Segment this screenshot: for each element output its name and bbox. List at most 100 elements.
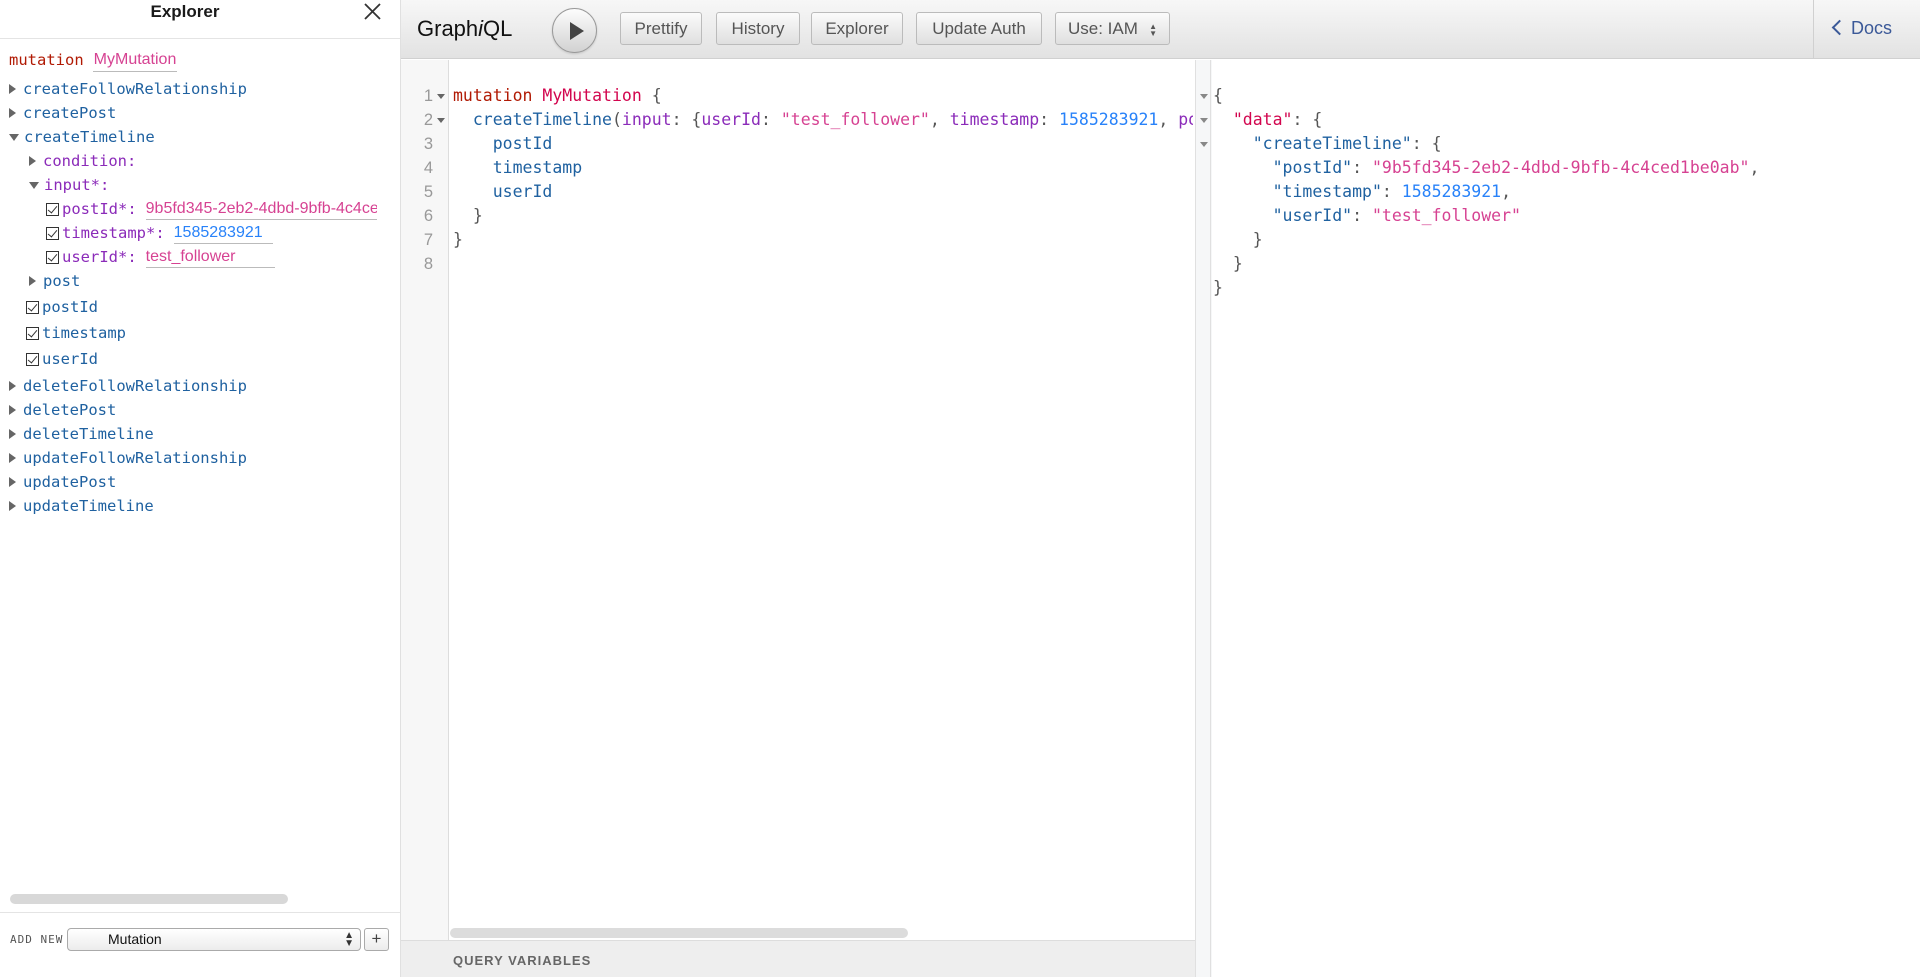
query-variables-header[interactable]: QUERY VARIABLES (401, 940, 1195, 977)
json-token: : { (1292, 110, 1323, 129)
code-token: "test_follower" (780, 110, 930, 129)
json-token: : (1381, 182, 1402, 201)
caret-right-icon (9, 84, 16, 94)
tree-item-input-timestamp: timestamp*: 1585283921 (46, 222, 273, 244)
query-variables-title: QUERY VARIABLES (453, 953, 592, 968)
fold-arrow-icon[interactable] (1200, 118, 1208, 123)
line-number: 4 (423, 159, 433, 177)
result-line: "timestamp": 1585283921, (1213, 180, 1511, 204)
json-token: : (1352, 158, 1372, 177)
chevron-left-icon (1831, 19, 1848, 36)
editor-horizontal-scrollbar[interactable] (450, 928, 908, 938)
query-editor[interactable]: 1 2 3 4 5 6 7 8 mutation MyMutation { cr… (401, 60, 1195, 977)
userId-value-input[interactable]: test_follower (145, 246, 275, 268)
tree-item-input-postId: postId*: 9b5fd345-2eb2-4dbd-9bfb-4c4ced1… (46, 198, 377, 220)
line-number-gutter: 1 2 3 4 5 6 7 8 (401, 60, 449, 940)
docs-label: Docs (1851, 18, 1893, 38)
result-line: "postId": "9b5fd345-2eb2-4dbd-9bfb-4c4ce… (1213, 156, 1760, 180)
tree-item-condition[interactable]: condition: (29, 150, 136, 172)
arg-label: userId*: (62, 248, 137, 266)
json-token: } (1232, 254, 1243, 273)
history-button[interactable]: History (716, 12, 800, 45)
field-label: post (43, 272, 81, 290)
prettify-button[interactable]: Prettify (620, 12, 702, 45)
tree-item-input[interactable]: input*: (29, 174, 109, 196)
tree-item-postId[interactable]: postId (26, 296, 98, 318)
tree-item-createPost[interactable]: createPost (9, 102, 116, 124)
checkbox-checked-icon[interactable] (46, 226, 59, 240)
code-token: input (621, 110, 672, 129)
caret-right-icon (9, 108, 16, 118)
code-line-4: timestamp (453, 156, 582, 180)
checkbox-checked-icon[interactable] (46, 202, 59, 216)
code-token: : { (671, 110, 702, 129)
fold-arrow-icon[interactable] (1200, 142, 1208, 147)
field-label: postId (42, 298, 98, 316)
json-token: "userId" (1272, 206, 1353, 225)
explorer-panel: Explorer mutation MyMutation createFollo… (0, 0, 401, 977)
tree-item-deletePost[interactable]: deletePost (9, 399, 116, 421)
json-token: 1585283921 (1401, 182, 1502, 201)
result-line: "userId": "test_follower" (1213, 204, 1521, 228)
json-token: "data" (1232, 110, 1293, 129)
field-label: updateFollowRelationship (23, 449, 247, 467)
tree-item-createFollowRelationship[interactable]: createFollowRelationship (9, 78, 247, 100)
fold-arrow-icon[interactable] (437, 94, 445, 99)
code-line-7: } (453, 228, 463, 252)
auth-mode-select[interactable]: Use: IAM ▲ ▼ (1055, 12, 1170, 45)
timestamp-value-input[interactable]: 1585283921 (173, 222, 273, 244)
tree-item-deleteTimeline[interactable]: deleteTimeline (9, 423, 154, 445)
fold-arrow-icon[interactable] (437, 118, 445, 123)
field-label: userId (42, 350, 98, 368)
code-token: userId (701, 110, 761, 129)
arg-label: condition: (43, 152, 137, 170)
add-operation-button[interactable]: + (364, 928, 389, 951)
field-label: updatePost (23, 473, 117, 491)
operation-type-value: Mutation (108, 931, 162, 947)
code-line-6: } (453, 204, 483, 228)
explorer-horizontal-scrollbar[interactable] (10, 894, 288, 904)
tree-item-updateTimeline[interactable]: updateTimeline (9, 495, 154, 517)
code-token: , (929, 110, 950, 129)
explorer-footer: ADD NEW Mutation ▲ ▼ + (0, 912, 400, 977)
tree-item-deleteFollowRelationship[interactable]: deleteFollowRelationship (9, 375, 247, 397)
update-auth-button[interactable]: Update Auth (916, 12, 1042, 45)
operation-name-input[interactable]: MyMutation (92, 49, 178, 72)
tree-item-updateFollowRelationship[interactable]: updateFollowRelationship (9, 447, 247, 469)
code-token: , (1158, 110, 1179, 129)
checkbox-checked-icon[interactable] (26, 326, 39, 340)
explorer-button[interactable]: Explorer (811, 12, 903, 45)
tree-item-updatePost[interactable]: updatePost (9, 471, 116, 493)
result-line: { (1213, 84, 1223, 108)
json-token: "createTimeline" (1252, 134, 1412, 153)
checkbox-checked-icon[interactable] (46, 250, 59, 264)
docs-button[interactable]: Docs (1831, 18, 1893, 39)
operation-type-select[interactable]: Mutation ▲ ▼ (67, 928, 361, 951)
close-icon[interactable] (360, 0, 384, 24)
field-label: deletePost (23, 401, 117, 419)
checkbox-checked-icon[interactable] (26, 352, 39, 366)
select-arrows-icon: ▲ ▼ (344, 930, 354, 949)
code-token: mutation (453, 86, 533, 105)
postId-value-input[interactable]: 9b5fd345-2eb2-4dbd-9bfb-4c4ced1be0ab (145, 198, 377, 220)
run-query-button[interactable] (552, 8, 597, 53)
json-token: { (1213, 86, 1223, 105)
tree-item-post[interactable]: post (29, 270, 80, 292)
code-token: { (651, 86, 662, 105)
field-label: createPost (23, 104, 117, 122)
code-token: } (472, 206, 483, 225)
code-token: createTimeline (472, 110, 612, 129)
add-new-label: ADD NEW (10, 933, 64, 946)
tree-item-userId[interactable]: userId (26, 348, 98, 370)
line-number: 2 (423, 111, 433, 129)
result-line: } (1213, 228, 1263, 252)
caret-right-icon (29, 276, 36, 286)
tree-item-createTimeline[interactable]: createTimeline (9, 126, 155, 148)
checkbox-checked-icon[interactable] (26, 300, 39, 314)
line-number: 7 (423, 231, 433, 249)
line-number: 8 (423, 255, 433, 273)
json-token: } (1252, 230, 1263, 249)
result-line: "createTimeline": { (1213, 132, 1442, 156)
tree-item-timestamp[interactable]: timestamp (26, 322, 126, 344)
fold-arrow-icon[interactable] (1200, 94, 1208, 99)
